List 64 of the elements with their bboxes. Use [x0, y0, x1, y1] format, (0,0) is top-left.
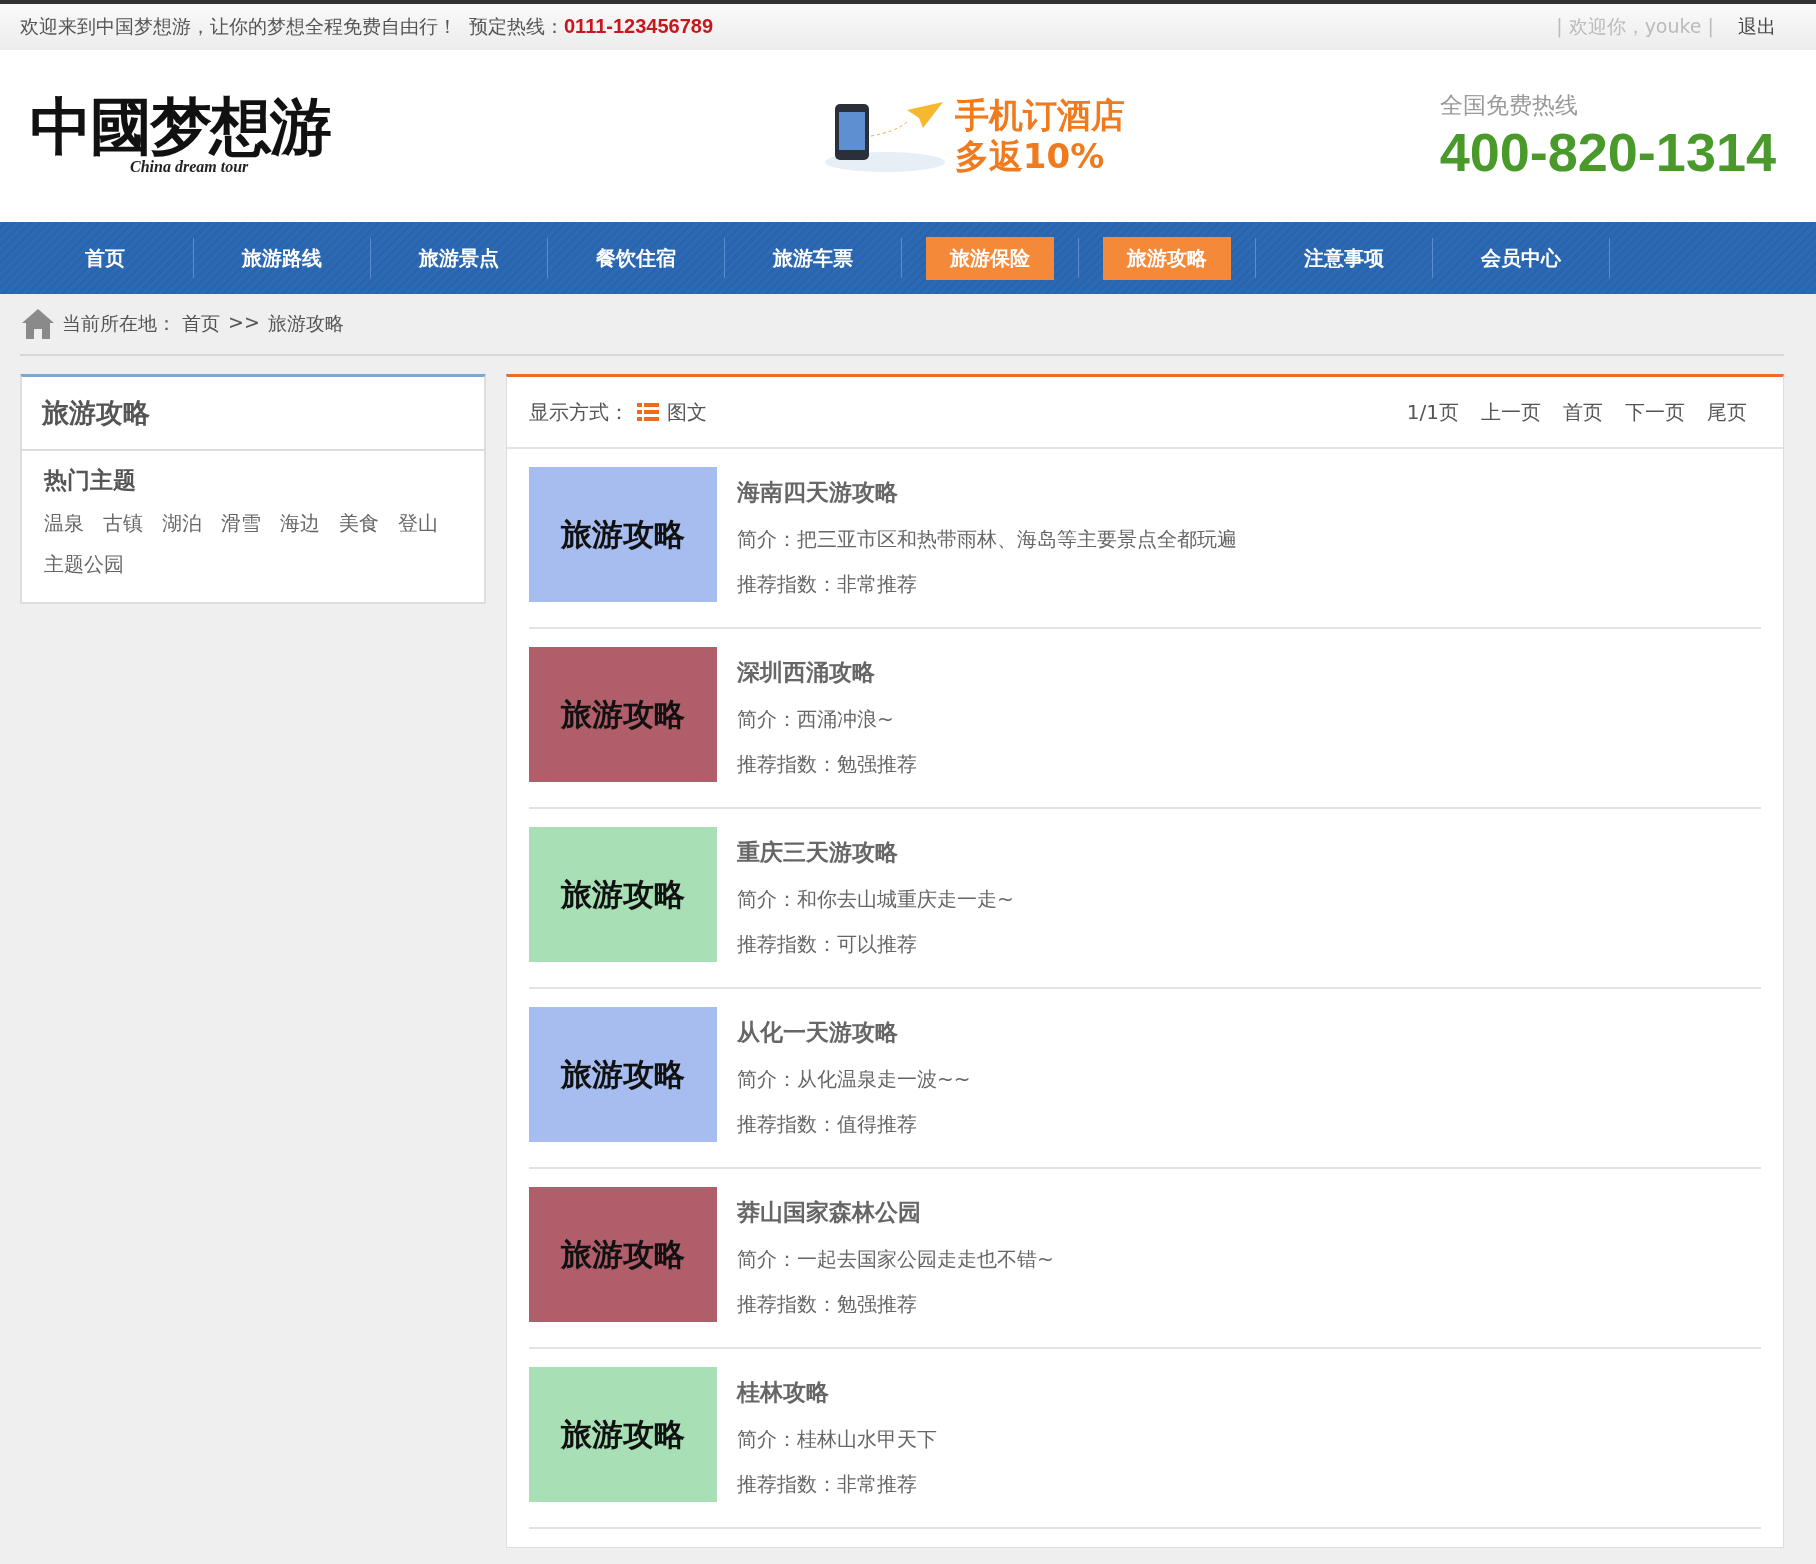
tag-link[interactable]: 主题公园 — [44, 551, 124, 578]
thumbnail-image[interactable]: 旅游攻略 — [529, 467, 717, 602]
tag-link[interactable]: 古镇 — [103, 510, 143, 537]
article-summary: 简介：和你去山城重庆走一走~ — [737, 886, 1014, 913]
logout-link[interactable]: 退出 — [1738, 15, 1776, 37]
nav-tab[interactable]: 旅游路线 — [218, 236, 346, 280]
hotline-label: 全国免费热线 — [1439, 90, 1579, 120]
article-summary: 简介：一起去国家公园走走也不错~ — [737, 1246, 1054, 1273]
article-rating: 推荐指数：非常推荐 — [737, 1471, 918, 1498]
user-greeting: | 欢迎你，youke | — [1556, 15, 1714, 37]
article-title[interactable]: 海南四天游攻略 — [737, 477, 1237, 508]
article-summary: 简介：从化温泉走一波~~ — [737, 1066, 971, 1093]
sidebar-title: 旅游攻略 — [22, 377, 484, 451]
breadcrumb-item[interactable]: >> — [228, 311, 260, 337]
article-title[interactable]: 深圳西涌攻略 — [737, 657, 917, 688]
home-icon — [20, 307, 56, 341]
article-title[interactable]: 重庆三天游攻略 — [737, 837, 1014, 868]
article-summary: 简介：把三亚市区和热带雨林、海岛等主要景点全都玩遍 — [737, 526, 1237, 553]
hotline-number: 400-820-1314 — [1439, 120, 1776, 183]
tag-link[interactable]: 温泉 — [44, 510, 84, 537]
article-summary: 简介：桂林山水甲天下 — [737, 1426, 937, 1453]
nav-tab[interactable]: 注意事项 — [1280, 236, 1408, 280]
section-title: 热门主题 — [44, 466, 137, 495]
page-count: 1/1页 — [1406, 398, 1459, 426]
article-rating: 推荐指数：可以推荐 — [737, 931, 918, 958]
pagination-link[interactable]: 首页 — [1563, 398, 1603, 426]
article-rating: 推荐指数：非常推荐 — [737, 571, 918, 598]
article-rating: 推荐指数：勉强推荐 — [737, 1291, 918, 1318]
nav-tab[interactable]: 旅游景点 — [395, 236, 523, 280]
article-summary: 简介：西涌冲浪~ — [737, 706, 895, 733]
thumbnail-image[interactable]: 旅游攻略 — [529, 827, 717, 962]
thumbnail-image[interactable]: 旅游攻略 — [529, 1187, 717, 1322]
article-title[interactable]: 从化一天游攻略 — [737, 1017, 971, 1048]
tag-link[interactable]: 海边 — [280, 510, 320, 537]
nav-tab[interactable]: 旅游车票 — [749, 236, 877, 280]
hotline-number: 0111-123456789 — [564, 15, 714, 37]
promo-line: 多返10% — [954, 136, 1106, 177]
article-title[interactable]: 桂林攻略 — [737, 1377, 937, 1408]
promo-line: 手机订酒店 — [954, 95, 1125, 136]
tag-link[interactable]: 登山 — [398, 510, 438, 537]
thumbnail-image[interactable]: 旅游攻略 — [529, 1007, 717, 1142]
logo[interactable]: 中國梦想游 China dream tour — [30, 96, 390, 176]
thumbnail-image[interactable]: 旅游攻略 — [529, 647, 717, 782]
hotline-label: 预定热线： — [469, 15, 564, 37]
tag-link[interactable]: 美食 — [339, 510, 379, 537]
nav-tab[interactable]: 首页 — [61, 236, 149, 280]
welcome-text: 欢迎来到中国梦想游，让你的梦想全程免费自由行！ — [20, 15, 457, 37]
article-rating: 推荐指数：勉强推荐 — [737, 751, 917, 778]
tag-link[interactable]: 湖泊 — [162, 510, 202, 537]
display-mode-link[interactable]: 图文 — [667, 398, 707, 426]
breadcrumb-item[interactable]: 旅游攻略 — [267, 311, 344, 337]
breadcrumb-item[interactable]: 首页 — [182, 311, 220, 337]
nav-tab[interactable]: 会员中心 — [1457, 236, 1585, 280]
location-label: 当前所在地： — [62, 311, 176, 336]
pagination-link[interactable]: 上一页 — [1481, 398, 1541, 426]
display-label: 显示方式： — [529, 398, 629, 426]
article-title[interactable]: 莽山国家森林公园 — [737, 1197, 1054, 1228]
article-rating: 推荐指数：值得推荐 — [737, 1111, 918, 1138]
nav-tab[interactable]: 餐饮住宿 — [572, 236, 700, 280]
pagination-link[interactable]: 尾页 — [1707, 398, 1747, 426]
list-icon — [637, 403, 659, 421]
tag-link[interactable]: 滑雪 — [221, 510, 261, 537]
pagination-link[interactable]: 下一页 — [1625, 398, 1685, 426]
thumbnail-image[interactable]: 旅游攻略 — [529, 1367, 717, 1502]
